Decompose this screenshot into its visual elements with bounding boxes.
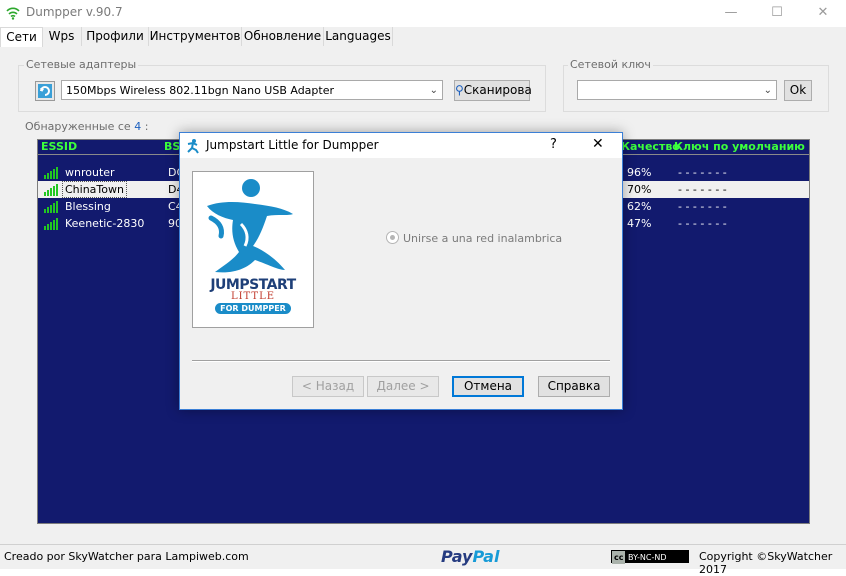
jumpstart-logo-line2: LITTLE xyxy=(230,291,276,302)
paypal-logo[interactable]: PayPal xyxy=(441,547,499,566)
scan-icon: ⚲ xyxy=(455,83,464,97)
paypal-logo-pal: Pal xyxy=(472,547,500,566)
tab-wps[interactable]: Wps xyxy=(42,27,82,46)
dialog-separator xyxy=(192,360,610,362)
scan-button[interactable]: ⚲Сканирова xyxy=(454,80,532,101)
col-essid[interactable]: ESSID xyxy=(41,140,77,154)
chevron-down-icon: ⌄ xyxy=(429,85,438,96)
jumpstart-logo-line3: FOR DUMPPER xyxy=(215,303,291,314)
discovered-text: Обнаруженные се xyxy=(25,120,131,133)
tab-languages[interactable]: Languages xyxy=(324,27,393,46)
dialog-titlebar: Jumpstart Little for Dumpper ? ✕ xyxy=(180,133,622,158)
dialog-help-button[interactable]: ? xyxy=(550,137,557,152)
tab-tools[interactable]: Инструментов xyxy=(149,27,242,46)
signal-strength-icon xyxy=(44,201,60,213)
adapter-select[interactable]: 150Mbps Wireless 802.11bgn Nano USB Adap… xyxy=(61,80,443,100)
tab-networks[interactable]: Сети xyxy=(0,27,43,48)
wifi-app-icon xyxy=(6,7,20,20)
jumpstart-icon xyxy=(187,139,199,154)
discovered-count: 4 xyxy=(134,120,142,133)
join-wireless-option[interactable]: Unirse a una red inalambrica xyxy=(386,231,562,245)
status-bar: Creado por SkyWatcher para Lampiweb.com … xyxy=(0,544,846,576)
dialog-close-icon[interactable]: ✕ xyxy=(592,136,604,152)
network-key: - - - - - - - xyxy=(678,217,727,230)
network-essid: Blessing xyxy=(65,200,111,213)
credit-text: Creado por SkyWatcher para Lampiweb.com xyxy=(4,550,249,563)
discovered-label: Обнаруженные се 4 : xyxy=(25,120,148,133)
jumpstart-logo-image: JUMPSTART LITTLE FOR DUMPPER xyxy=(192,171,314,328)
refresh-icon xyxy=(38,84,52,98)
col-default-key[interactable]: Ключ по умолчанию xyxy=(674,140,805,154)
col-quality[interactable]: Качество xyxy=(621,140,680,154)
help-button[interactable]: Справка xyxy=(538,376,610,397)
jumpstart-dialog: Jumpstart Little for Dumpper ? ✕ JUMPSTA… xyxy=(179,132,623,410)
window-titlebar: Dumpper v.90.7 — ☐ ✕ xyxy=(0,0,846,26)
copyright-text: Copyright ©SkyWatcher 2017 xyxy=(699,550,833,576)
adapters-group-label: Сетевые адаптеры xyxy=(24,58,139,71)
network-key: - - - - - - - xyxy=(678,183,727,196)
network-essid: wnrouter xyxy=(65,166,115,179)
radio-icon xyxy=(386,231,399,244)
cc-license-badge[interactable]: cc BY-NC-ND xyxy=(611,550,689,564)
join-wireless-label: Unirse a una red inalambrica xyxy=(403,232,563,245)
refresh-adapters-button[interactable] xyxy=(35,81,55,101)
cc-icon: cc xyxy=(612,551,626,564)
close-icon[interactable]: ✕ xyxy=(800,0,846,26)
network-essid: Keenetic-2830 xyxy=(65,217,145,230)
next-button[interactable]: Далее > xyxy=(367,376,439,397)
network-essid: ChinaTown xyxy=(62,181,127,198)
paypal-logo-pay: Pay xyxy=(441,547,473,566)
network-quality: 96% xyxy=(627,166,652,179)
minimize-icon[interactable]: — xyxy=(708,0,754,26)
network-quality: 62% xyxy=(627,200,652,213)
signal-strength-icon xyxy=(44,167,60,179)
back-button[interactable]: < Назад xyxy=(292,376,364,397)
netkey-select[interactable]: ⌄ xyxy=(577,80,777,100)
network-key: - - - - - - - xyxy=(678,200,727,213)
signal-strength-icon xyxy=(44,184,60,196)
dialog-title: Jumpstart Little for Dumpper xyxy=(206,138,379,152)
cc-license-text: BY-NC-ND xyxy=(628,553,667,562)
tab-update[interactable]: Обновление xyxy=(242,27,324,46)
signal-strength-icon xyxy=(44,218,60,230)
tab-profiles[interactable]: Профили xyxy=(82,27,149,46)
maximize-icon[interactable]: ☐ xyxy=(754,0,800,26)
scan-button-label: Сканирова xyxy=(463,83,532,97)
cancel-button[interactable]: Отмена xyxy=(452,376,524,397)
adapter-select-value: 150Mbps Wireless 802.11bgn Nano USB Adap… xyxy=(66,84,335,97)
ok-button[interactable]: Ok xyxy=(784,80,812,101)
network-key: - - - - - - - xyxy=(678,166,727,179)
window-title: Dumpper v.90.7 xyxy=(26,5,123,19)
netkey-group-label: Сетевой ключ xyxy=(568,58,653,71)
chevron-down-icon: ⌄ xyxy=(763,85,772,96)
col-bssid[interactable]: BS xyxy=(164,140,180,154)
network-quality: 47% xyxy=(627,217,652,230)
discovered-suffix: : xyxy=(144,120,149,133)
network-quality: 70% xyxy=(627,183,652,196)
main-tabs: Сети Wps Профили Инструментов Обновление… xyxy=(0,27,846,48)
